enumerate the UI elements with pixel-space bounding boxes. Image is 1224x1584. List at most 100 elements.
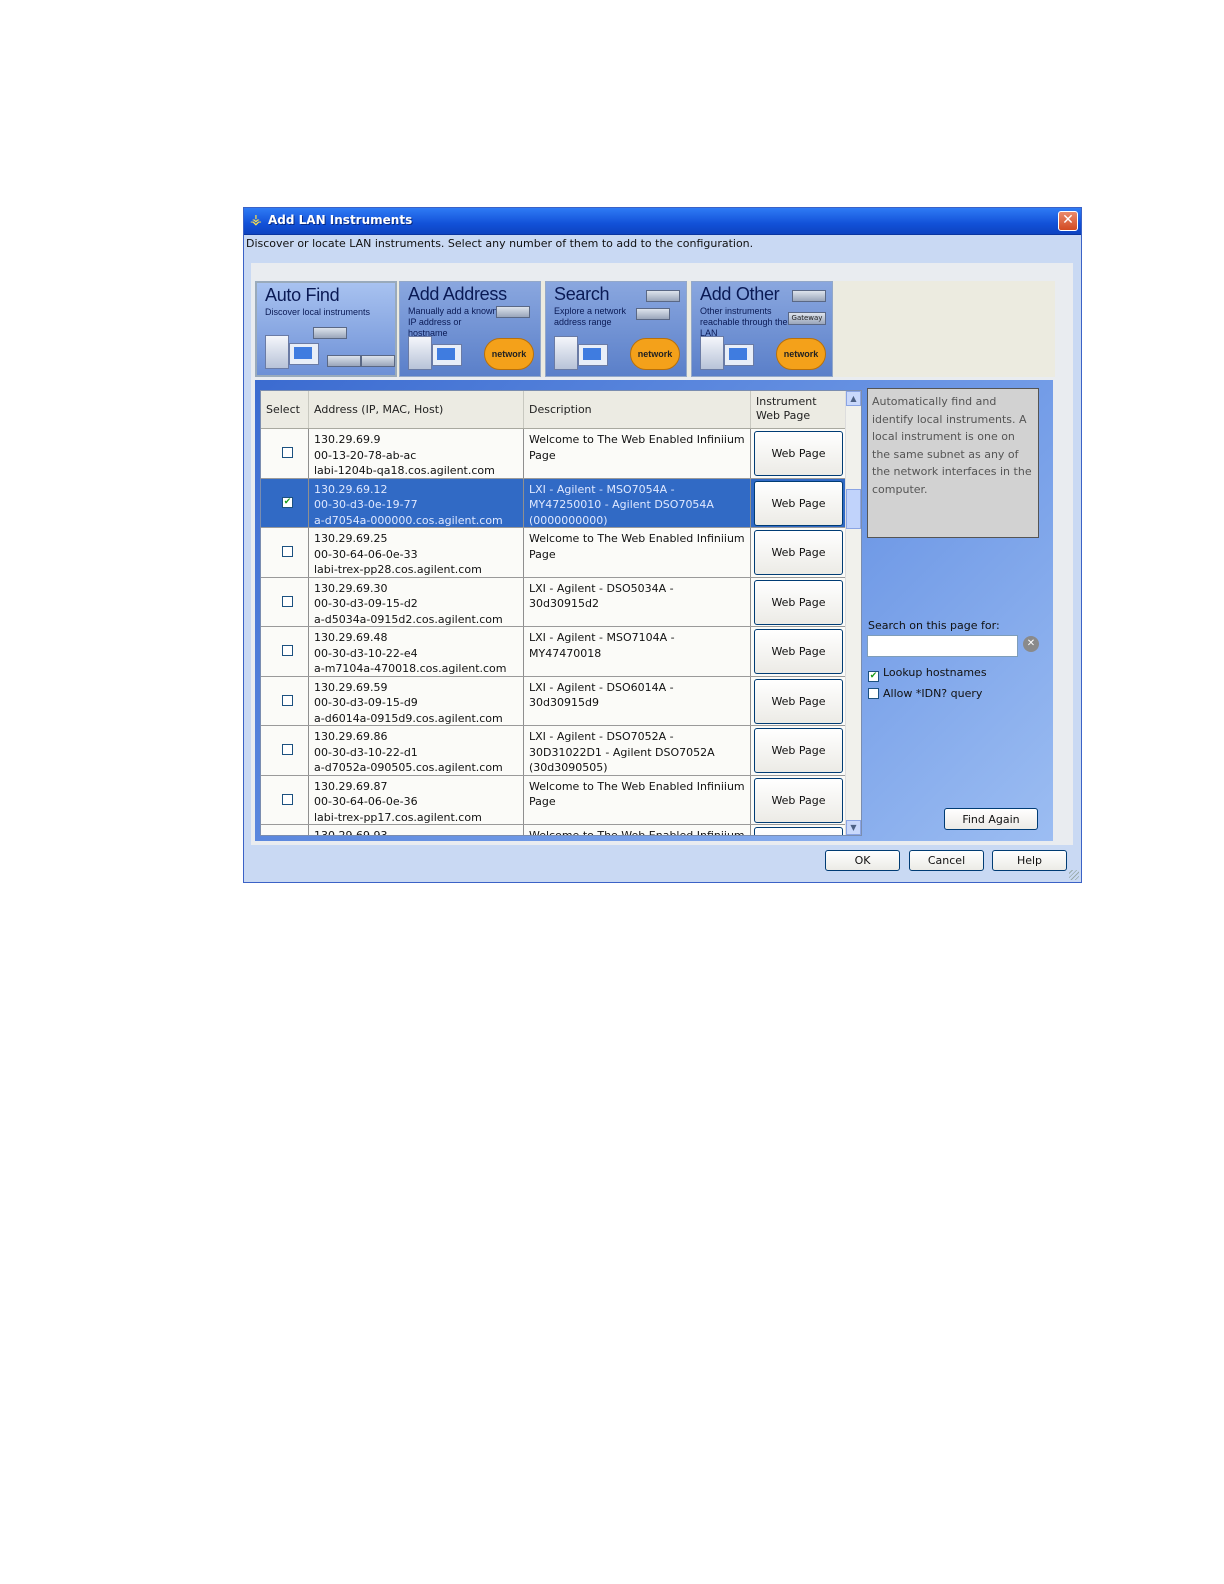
title-bar[interactable]: ⚶ Add LAN Instruments ✕	[244, 208, 1081, 235]
tab-add-address[interactable]: Add Address Manually add a known IP addr…	[399, 281, 541, 377]
mac-address: 00-30-d3-09-15-d9	[314, 696, 418, 709]
find-again-button[interactable]: Find Again	[944, 808, 1038, 830]
row-checkbox[interactable]	[282, 793, 293, 805]
web-page-button[interactable]: Web Page	[754, 629, 843, 674]
ip-address: 130.29.69.12	[314, 482, 388, 496]
table-row[interactable]: 130.29.69.9 00-13-20-78-ab-ac labi-1204b-q…	[261, 429, 847, 479]
address-cell: 130.29.69.93	[309, 825, 524, 836]
table-row[interactable]: 130.29.69.59 00-30-d3-09-15-d9 a-d6014a-09…	[261, 676, 847, 726]
web-page-button[interactable]: Web Page	[754, 678, 843, 724]
tab-search[interactable]: Search Explore a network address range n…	[545, 281, 687, 377]
description-cell: Welcome to The Web Enabled Infiniium Page	[524, 775, 751, 824]
select-cell	[261, 577, 309, 626]
description-cell: Welcome to The Web Enabled Infiniium Page	[524, 528, 751, 577]
description-line: Page	[529, 547, 556, 561]
window-title: Add LAN Instruments	[268, 213, 413, 227]
scroll-up-icon[interactable]: ▲	[846, 391, 861, 406]
lookup-hostnames-checkbox[interactable]: ✔ Lookup hostnames	[868, 666, 987, 682]
ip-address: 130.29.69.86	[314, 730, 388, 743]
row-checkbox[interactable]	[282, 546, 293, 557]
hostname: labi-trex-pp17.cos.agilent.com	[314, 810, 482, 824]
table-row[interactable]: 130.29.69.93 Welcome to The Web Enabled I…	[261, 825, 847, 836]
table-row[interactable]: 130.29.69.87 00-30-64-06-0e-36 labi-trex-p…	[261, 775, 847, 825]
cancel-button[interactable]: Cancel	[909, 850, 984, 871]
description-line: LXI - Agilent - DSO7052A -	[529, 730, 674, 743]
allow-idn-query-checkbox[interactable]: Allow *IDN? query	[868, 687, 982, 700]
description-line: (0000000000)	[529, 513, 608, 527]
computer-icon	[554, 336, 578, 370]
header-line: Instrument	[756, 395, 817, 408]
web-page-button[interactable]: Web Page	[754, 431, 843, 476]
row-checkbox[interactable]	[282, 645, 293, 656]
web-page-button[interactable]: Web Page	[754, 579, 843, 625]
column-header-select[interactable]: Select	[261, 391, 309, 428]
mac-address: 00-30-d3-09-15-d2	[314, 597, 418, 610]
column-header-address[interactable]: Address (IP, MAC, Host)	[309, 391, 524, 428]
web-page-button[interactable]: Web Page	[754, 728, 843, 773]
table-row[interactable]: 130.29.69.48 00-30-d3-10-22-e4 a-m7104a-47…	[261, 627, 847, 677]
description-line: Welcome to The Web Enabled Infiniium	[529, 433, 745, 446]
tab-add-other[interactable]: Add Other Other instruments reachable th…	[691, 281, 833, 377]
select-cell	[261, 726, 309, 775]
instrument-icon	[327, 355, 361, 367]
row-checkbox[interactable]	[282, 744, 293, 755]
resize-grip[interactable]	[1069, 870, 1079, 880]
help-button[interactable]: Help	[992, 850, 1067, 871]
mac-address: 00-30-64-06-0e-36	[314, 795, 418, 808]
scroll-thumb[interactable]	[846, 489, 861, 529]
description-cell: LXI - Agilent - MSO7054A - MY47250010 - A…	[524, 478, 751, 527]
row-checkbox[interactable]	[282, 447, 293, 458]
column-header-web-page[interactable]: Instrument Web Page	[751, 391, 847, 428]
search-label: Search on this page for:	[868, 619, 1000, 632]
table-row[interactable]: 130.29.69.30 00-30-d3-09-15-d2 a-d5034a-09…	[261, 577, 847, 627]
description-cell: LXI - Agilent - MSO7104A - MY47470018	[524, 627, 751, 676]
description-cell: LXI - Agilent - DSO5034A - 30d30915d2	[524, 577, 751, 626]
select-cell	[261, 528, 309, 577]
web-page-button[interactable]: Web Page	[754, 530, 843, 575]
dialog-subtitle: Discover or locate LAN instruments. Sele…	[246, 237, 754, 250]
select-cell	[261, 676, 309, 725]
web-page-button[interactable]: Web Page	[754, 777, 843, 823]
ok-button[interactable]: OK	[825, 850, 900, 871]
description-line: LXI - Agilent - DSO6014A -	[529, 680, 674, 694]
row-checkbox[interactable]	[282, 595, 293, 607]
address-cell: 130.29.69.9 00-13-20-78-ab-ac labi-1204b-q…	[309, 429, 524, 478]
select-cell	[261, 429, 309, 478]
scroll-down-icon[interactable]: ▼	[846, 820, 861, 835]
description-line: 30D31022D1 - Agilent DSO7052A	[529, 745, 715, 759]
checkbox-icon[interactable]: ✔	[868, 671, 879, 682]
clear-search-icon[interactable]: ✕	[1023, 636, 1039, 652]
web-page-button[interactable]: Web Page	[754, 827, 843, 835]
search-input[interactable]	[867, 635, 1018, 657]
address-cell: 130.29.69.30 00-30-d3-09-15-d2 a-d5034a-09…	[309, 577, 524, 626]
option-label: Lookup hostnames	[883, 666, 987, 679]
checkbox-icon[interactable]	[868, 688, 879, 699]
ip-address: 130.29.69.87	[314, 779, 388, 793]
row-checkbox[interactable]: ✔	[282, 496, 293, 508]
vertical-scrollbar[interactable]: ▲ ▼	[845, 391, 861, 835]
instrument-grid: Select Address (IP, MAC, Host) Descripti…	[260, 390, 862, 836]
web-page-button[interactable]: Web Page	[754, 480, 843, 526]
table-row[interactable]: 130.29.69.86 00-30-d3-10-22-d1 a-d7052a-09…	[261, 726, 847, 776]
mac-address: 00-30-d3-0e-19-77	[314, 498, 418, 511]
address-cell: 130.29.69.86 00-30-d3-10-22-d1 a-d7052a-09…	[309, 726, 524, 775]
instrument-icon	[313, 327, 347, 339]
instrument-icon	[792, 290, 826, 302]
row-checkbox[interactable]	[282, 694, 293, 706]
instrument-icon	[646, 290, 680, 302]
help-text-box: Automatically find and identify local in…	[867, 388, 1039, 538]
address-cell: 130.29.69.48 00-30-d3-10-22-e4 a-m7104a-47…	[309, 627, 524, 676]
content-area: Auto Find Discover local instruments Add…	[251, 263, 1073, 845]
computer-icon	[265, 335, 289, 369]
tab-title: Add Address	[408, 284, 507, 304]
description-line: Welcome to The Web Enabled Infiniium	[529, 779, 745, 793]
ip-address: 130.29.69.93	[314, 829, 388, 836]
select-cell	[261, 775, 309, 824]
table-row[interactable]: ✔ 130.29.69.12 00-30-d3-0e-19-77 a-d7054a-0…	[261, 478, 847, 528]
close-button[interactable]: ✕	[1058, 211, 1078, 231]
table-row[interactable]: 130.29.69.25 00-30-64-06-0e-33 labi-trex-p…	[261, 528, 847, 578]
column-header-description[interactable]: Description	[524, 391, 751, 428]
tab-auto-find[interactable]: Auto Find Discover local instruments	[255, 281, 397, 377]
header-line: Web Page	[756, 409, 811, 422]
tab-description: Discover local instruments	[265, 307, 371, 317]
